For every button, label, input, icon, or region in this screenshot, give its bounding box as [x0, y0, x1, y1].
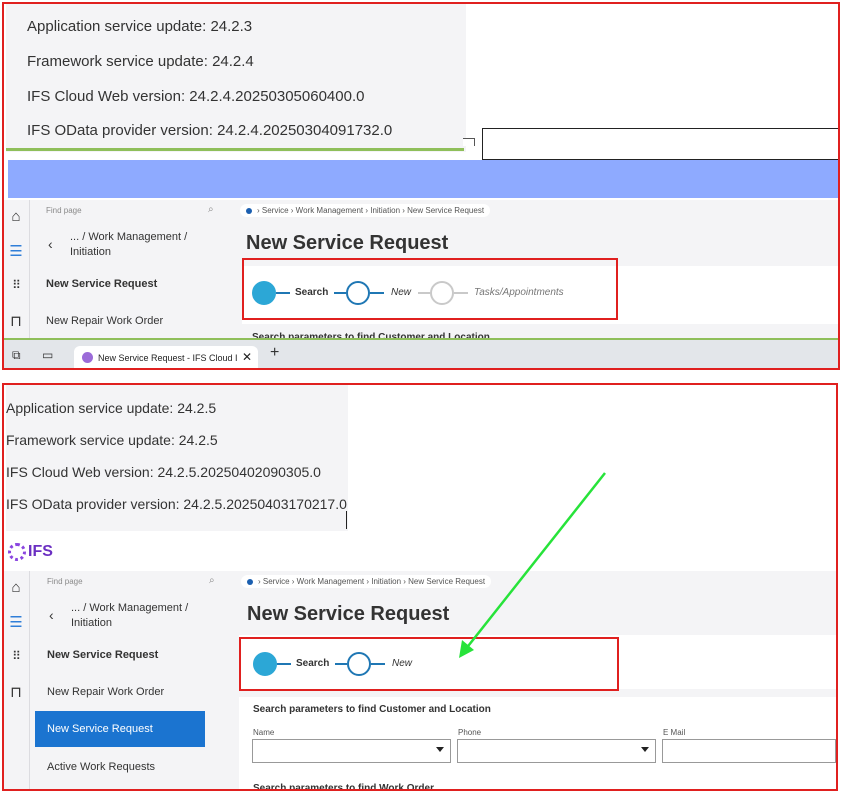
annotation-arrow [459, 472, 606, 658]
annotation-arrow-shaft [464, 472, 606, 651]
